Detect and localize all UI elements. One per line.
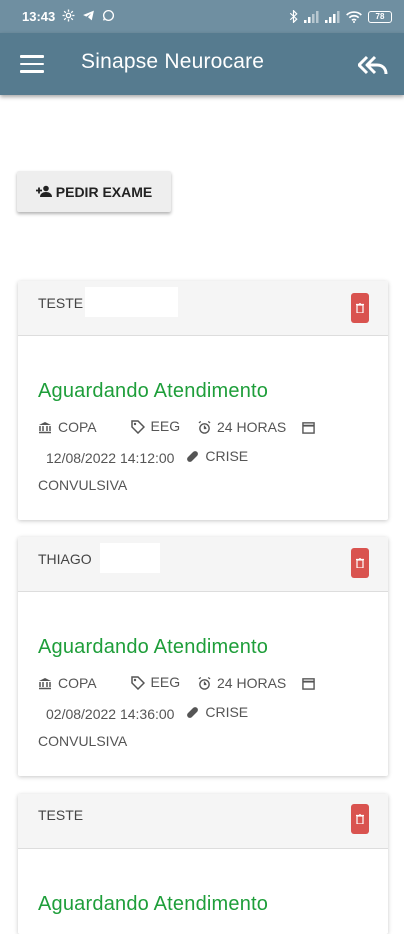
status-time: 13:43 [22,9,56,24]
card-header: TESTE [18,281,388,336]
signal-icon-1 [304,10,319,23]
whatsapp-icon [102,9,115,25]
status-bar: 13:43 78 [0,0,404,33]
reason-line-1: CRISE [205,447,249,464]
tag-icon [130,675,145,690]
exam-details: COPA EEG 24 HORAS 02/08/2022 14:36:00 CR… [38,669,368,755]
card-header: THIAGO [18,537,388,592]
reply-all-icon[interactable] [357,53,388,77]
delete-button[interactable] [351,804,369,834]
bluetooth-icon [289,10,298,23]
exam-type: EEG [150,418,181,434]
settings-icon [62,9,75,25]
reason-line-1: CRISE [205,703,249,720]
exam-card[interactable]: THIAGO Aguardando Atendimento COPA EEG 2… [18,537,388,776]
card-body: Aguardando Atendimento [18,849,388,916]
trash-icon [356,814,364,824]
exam-card[interactable]: TESTE Aguardando Atendimento [18,794,388,934]
wifi-icon [346,10,362,23]
exam-datetime: 12/08/2022 14:12:00 [46,449,175,466]
telegram-icon [82,9,95,25]
redacted-area [85,287,178,317]
institution-icon [39,677,51,689]
status-title: Aguardando Atendimento [38,380,269,402]
card-body: Aguardando Atendimento COPA EEG 24 HORAS… [18,336,388,499]
duration: 24 HORAS [217,418,287,435]
app-bar: Sinapse Neurocare [0,33,404,95]
status-title: Aguardando Atendimento [38,893,269,915]
add-person-icon [35,184,52,200]
medication-icon [187,450,199,462]
pedir-exame-button[interactable]: PEDIR EXAME [17,171,171,212]
location: COPA [58,674,97,691]
card-header: TESTE [18,794,388,849]
location: COPA [58,418,97,435]
exam-datetime: 02/08/2022 14:36:00 [46,705,175,722]
calendar-icon [302,677,315,690]
battery-icon: 78 [368,10,392,23]
delete-button[interactable] [351,293,369,323]
medication-icon [187,706,199,718]
patient-name: TESTE [38,295,84,311]
alarm-icon [198,676,211,690]
patient-name: TESTE [38,807,84,823]
trash-icon [356,558,364,568]
duration: 24 HORAS [217,674,287,691]
tag-icon [130,419,145,434]
reason-line-2: CONVULSIVA [38,732,128,749]
signal-icon-2 [325,10,340,23]
trash-icon [356,303,364,313]
app-title: Sinapse Neurocare [81,50,265,73]
institution-icon [39,421,51,433]
redacted-area [100,543,160,573]
exam-type: EEG [150,674,181,690]
reason-line-2: CONVULSIVA [38,476,128,493]
alarm-icon [198,420,211,434]
exam-details: COPA EEG 24 HORAS 12/08/2022 14:12:00 CR… [38,413,368,499]
card-body: Aguardando Atendimento COPA EEG 24 HORAS… [18,592,388,755]
status-title: Aguardando Atendimento [38,636,269,658]
menu-icon[interactable] [20,55,44,75]
exam-card[interactable]: TESTE Aguardando Atendimento COPA EEG 24… [18,281,388,520]
pedir-exame-label: PEDIR EXAME [55,183,153,200]
patient-name: THIAGO [38,551,92,567]
delete-button[interactable] [351,548,369,578]
calendar-icon [302,421,315,434]
